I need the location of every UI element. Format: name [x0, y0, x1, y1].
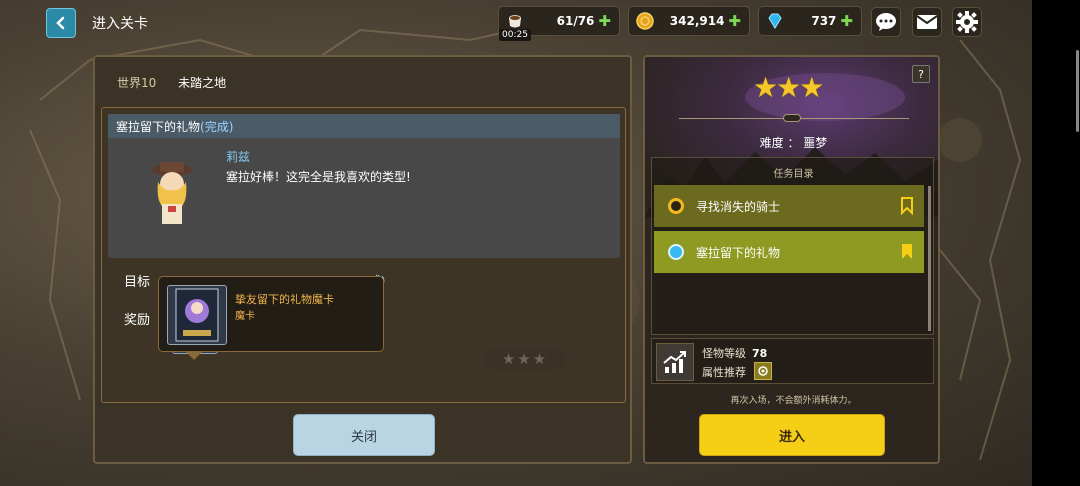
gear-icon — [956, 11, 978, 33]
attribute-label: 属性推荐 — [702, 366, 746, 379]
divider-ornament — [783, 114, 801, 122]
gem-counter[interactable]: 737 ✚ — [758, 6, 862, 36]
dialog-area: 莉兹 塞拉好棒！这完全是我喜欢的类型! — [108, 138, 620, 258]
world-label: 世界10 — [117, 76, 157, 90]
back-button[interactable] — [46, 8, 76, 38]
reentry-note: 再次入场，不会额外消耗体力。 — [730, 396, 857, 406]
goal-label: 目标 — [124, 275, 151, 290]
mail-icon — [916, 15, 938, 29]
gold-value: 342,914 — [669, 14, 725, 28]
difficulty-label: 难度 ： 噩梦 — [759, 136, 828, 150]
task-item-selected[interactable]: 塞拉留下的礼物 — [654, 231, 924, 273]
tooltip-card-image — [167, 285, 227, 345]
dot-icon — [668, 244, 684, 260]
tooltip-arrow — [186, 352, 202, 360]
trend-chart-icon — [656, 343, 694, 381]
gold-coin-icon — [635, 11, 655, 31]
add-stamina-icon[interactable]: ✚ — [598, 12, 611, 30]
stamina-timer: 00:25 — [499, 29, 531, 41]
task-item[interactable]: 寻找消失的骑士 — [654, 185, 924, 227]
coffee-cup-icon — [505, 11, 525, 31]
speaker-name: 莉兹 — [226, 150, 251, 164]
chat-button[interactable] — [871, 7, 901, 37]
map-stage-stars: ★★★ — [484, 348, 566, 370]
stage-rating-stars: ★★★ — [753, 71, 824, 104]
task-label: 塞拉留下的礼物 — [696, 245, 781, 260]
stamina-max: /76 — [573, 14, 595, 28]
chat-bubble-icon — [876, 13, 896, 31]
tooltip-item-name: 挚友留下的礼物魔卡 — [235, 293, 334, 306]
stage-name: 未踏之地 — [178, 76, 227, 90]
stamina-counter[interactable]: 61 /76 ✚ 00:25 — [498, 6, 620, 41]
task-list: 任务目录 寻找消失的骑士 塞拉留下的礼物 — [651, 157, 934, 335]
close-button[interactable]: 关闭 — [293, 414, 435, 456]
stage-info-box: 怪物等级 78 属性推荐 — [651, 338, 934, 384]
gem-value: 737 — [811, 14, 837, 28]
task-label: 寻找消失的骑士 — [696, 199, 781, 214]
stage-dialog-panel: 世界10 未踏之地 塞拉留下的礼物(完成) 莉兹 塞拉好棒！这完全是我喜欢的类型… — [93, 55, 632, 464]
tooltip-item-type: 魔卡 — [235, 311, 255, 322]
bookmark-outline-icon[interactable] — [900, 197, 914, 218]
monster-level-label: 怪物等级 — [702, 347, 746, 360]
npc-portrait — [146, 158, 198, 230]
quest-box: 塞拉留下的礼物(完成) 莉兹 塞拉好棒！这完全是我喜欢的类型! 目标 成) 奖励 — [101, 107, 626, 403]
attribute-icon[interactable] — [754, 362, 772, 380]
monster-level-value: 78 — [752, 347, 768, 360]
target-icon — [668, 198, 684, 214]
gold-counter[interactable]: 342,914 ✚ — [628, 6, 750, 36]
diamond-icon — [765, 11, 785, 31]
system-edge-bar — [1032, 0, 1080, 486]
stage-detail-panel: ? ★★★ 难度 ： 噩梦 任务目录 寻找消失的骑士 塞拉留下的礼物 怪物等级 … — [643, 55, 940, 464]
stamina-value: 61 — [556, 14, 574, 28]
help-button[interactable]: ? — [912, 65, 930, 83]
quest-status: (完成) — [200, 120, 234, 134]
breadcrumb: 世界10 未踏之地 — [117, 74, 226, 91]
task-scrollbar[interactable] — [928, 186, 931, 331]
mail-button[interactable] — [912, 7, 942, 37]
settings-button[interactable] — [952, 7, 982, 37]
quest-title: 塞拉留下的礼物 — [116, 120, 201, 134]
add-gold-icon[interactable]: ✚ — [728, 12, 741, 30]
edge-handle[interactable] — [1076, 50, 1079, 132]
add-gem-icon[interactable]: ✚ — [840, 12, 853, 30]
item-tooltip: 挚友留下的礼物魔卡 魔卡 — [158, 276, 384, 360]
bookmark-filled-icon[interactable] — [900, 243, 914, 264]
magic-card-icon — [175, 288, 219, 342]
dialog-text: 塞拉好棒！这完全是我喜欢的类型! — [226, 170, 411, 184]
monster-level-row: 怪物等级 78 — [702, 345, 767, 361]
enter-button[interactable]: 进入 — [699, 414, 885, 456]
page-title: 进入关卡 — [92, 16, 148, 32]
reward-label: 奖励 — [124, 313, 151, 328]
chevron-left-icon — [56, 16, 65, 30]
task-list-title: 任务目录 — [773, 169, 814, 180]
quest-header: 塞拉留下的礼物(完成) — [108, 114, 620, 138]
